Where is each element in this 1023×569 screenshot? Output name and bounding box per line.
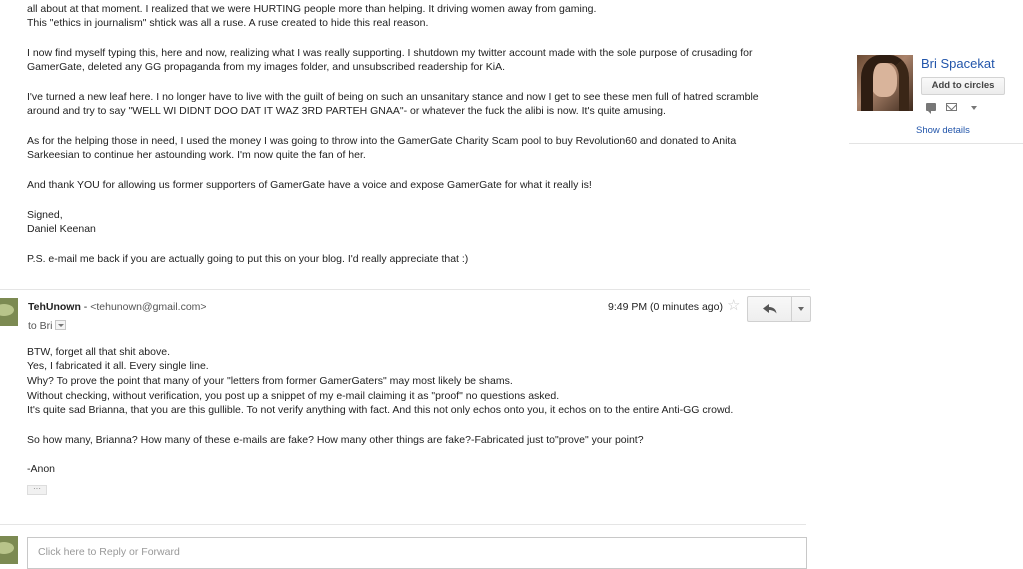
message-line: Why? To prove the point that many of you…: [27, 375, 513, 387]
profile-photo[interactable]: [857, 55, 913, 111]
show-details-link[interactable]: Show details: [916, 125, 970, 136]
show-trimmed-content-button[interactable]: ···: [27, 485, 47, 495]
sender-separator: -: [80, 301, 91, 313]
reply-arrow-icon: [763, 304, 777, 314]
message-divider: [0, 524, 806, 525]
message-line: I've turned a new leaf here. I no longer…: [27, 91, 759, 103]
message-line: P.S. e-mail me back if you are actually …: [27, 253, 469, 265]
recipient-line: to Bri: [28, 320, 66, 332]
star-icon[interactable]: ☆: [727, 298, 740, 314]
message-line: And thank YOU for allowing us former sup…: [27, 179, 592, 191]
sender-avatar[interactable]: [0, 298, 18, 326]
message-line: around and try to say "WELL WI DIDNT DOO…: [27, 105, 666, 117]
message-line: This "ethics in journalism" shtick was a…: [27, 17, 429, 29]
reply-button[interactable]: [748, 297, 792, 321]
message-line: BTW, forget all that shit above.: [27, 346, 170, 358]
message-line: Daniel Keenan: [27, 223, 96, 235]
user-avatar: [0, 536, 18, 564]
message-line: all about at that moment. I realized tha…: [27, 3, 597, 15]
chat-icon[interactable]: [926, 103, 936, 114]
recipient-details-toggle[interactable]: [54, 320, 66, 331]
sidebar-divider: [849, 143, 1023, 144]
message-line: GamerGate, deleted any GG propaganda fro…: [27, 61, 506, 73]
mail-icon[interactable]: [946, 103, 957, 111]
message-line: Sarkeesian to continue her astounding wo…: [27, 149, 366, 161]
sender-email[interactable]: <tehunown@gmail.com>: [90, 301, 206, 313]
message-line: As for the helping those in need, I used…: [27, 135, 737, 147]
sender-name[interactable]: TehUnown: [28, 301, 81, 313]
sender-line: TehUnown - <tehunown@gmail.com>: [28, 301, 207, 313]
message-timestamp: 9:49 PM (0 minutes ago): [608, 301, 723, 313]
profile-name[interactable]: Bri Spacekat: [921, 56, 995, 71]
message-line: It's quite sad Brianna, that you are thi…: [27, 404, 734, 416]
message-line: Signed,: [27, 209, 63, 221]
message-line: -Anon: [27, 463, 56, 475]
message-divider: [0, 289, 810, 290]
chevron-down-icon[interactable]: [971, 106, 977, 110]
more-actions-button[interactable]: [792, 297, 810, 321]
recipient-label: to Bri: [28, 320, 53, 332]
message-line: Without checking, without verification, …: [27, 390, 560, 402]
reply-input[interactable]: Click here to Reply or Forward: [27, 537, 807, 569]
reply-button-group: [747, 296, 811, 322]
reply-placeholder: Click here to Reply or Forward: [38, 546, 180, 558]
message-line: Yes, I fabricated it all. Every single l…: [27, 360, 209, 372]
message-line: So how many, Brianna? How many of these …: [27, 434, 644, 446]
add-to-circles-button[interactable]: Add to circles: [921, 77, 1005, 95]
message-line: I now find myself typing this, here and …: [27, 47, 753, 59]
